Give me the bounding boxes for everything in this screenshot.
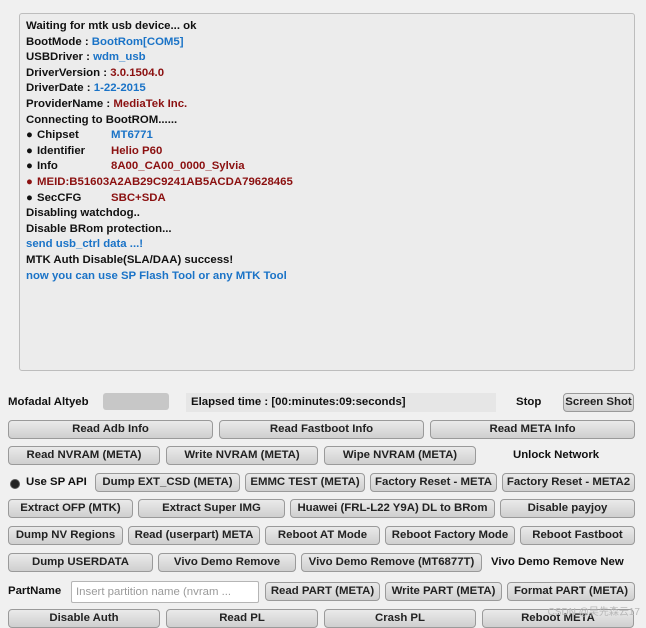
use-sp-api-radio[interactable] [10,479,20,489]
reboot-fastboot-button[interactable]: Reboot Fastboot [520,526,635,545]
log-line: ● MEID:B51603A2AB29C9241AB5ACDA79628465 [26,175,628,191]
read-nvram-button[interactable]: Read NVRAM (META) [8,446,160,465]
partition-name-input[interactable] [71,581,259,603]
log-line: send usb_ctrl data ...! [26,238,144,251]
partname-label: PartName [8,585,62,597]
dump-nv-regions-button[interactable]: Dump NV Regions [8,526,123,545]
log-line: ● Identifier Helio P60 [26,144,628,160]
disable-payjoy-button[interactable]: Disable payjoy [500,499,635,518]
reboot-factory-mode-button[interactable]: Reboot Factory Mode [385,526,515,545]
vivo-demo-remove-button[interactable]: Vivo Demo Remove [158,553,296,572]
wipe-nvram-button[interactable]: Wipe NVRAM (META) [324,446,476,465]
watermark: CSDN @吴先森云17 [547,607,640,618]
log-line: DriverVersion : 3.0.1504.0 [26,66,165,79]
log-line: ● Chipset MT6771 [26,128,628,144]
extract-super-img-button[interactable]: Extract Super IMG [138,499,285,518]
log-panel[interactable]: Waiting for mtk usb device... ok BootMod… [19,13,635,371]
log-line: BootMode : BootRom[COM5] [26,35,184,48]
log-line: Waiting for mtk usb device... ok [26,20,197,32]
read-pl-button[interactable]: Read PL [166,609,318,628]
vivo-demo-remove-mt6877t-button[interactable]: Vivo Demo Remove (MT6877T) [301,553,482,572]
disable-auth-button[interactable]: Disable Auth [8,609,160,628]
log-line: ● SecCFG SBC+SDA [26,191,628,207]
bullet-icon: ● [26,129,33,142]
read-fastboot-info-button[interactable]: Read Fastboot Info [219,420,424,439]
log-line: ● Info 8A00_CA00_0000_Sylvia [26,159,628,175]
dump-userdata-button[interactable]: Dump USERDATA [8,553,153,572]
log-line: Disabling watchdog.. [26,207,140,220]
reboot-at-mode-button[interactable]: Reboot AT Mode [265,526,380,545]
author-label: Mofadal Altyeb [8,396,89,408]
vivo-demo-remove-new-button[interactable]: Vivo Demo Remove New [491,553,624,572]
read-meta-info-button[interactable]: Read META Info [430,420,635,439]
progress-bar [103,393,169,410]
log-line: now you can use SP Flash Tool or any MTK… [26,269,287,282]
bullet-icon: ● [26,160,33,173]
read-part-button[interactable]: Read PART (META) [265,582,380,601]
screen-shot-button[interactable]: Screen Shot [563,393,634,412]
log-line: DriverDate : 1-22-2015 [26,82,146,95]
elapsed-time: Elapsed time : [00:minutes:09:seconds] [186,393,496,412]
stop-button[interactable]: Stop [516,393,541,412]
huawei-dl-to-brom-button[interactable]: Huawei (FRL-L22 Y9A) DL to BRom [290,499,495,518]
bullet-icon: ● [26,175,33,188]
read-userpart-meta-button[interactable]: Read (userpart) META [128,526,260,545]
factory-reset-meta-button[interactable]: Factory Reset - META [370,473,497,492]
log-line: Connecting to BootROM...... [26,113,178,126]
bullet-icon: ● [26,191,33,204]
log-line: ProviderName : MediaTek Inc. [26,97,188,110]
use-sp-api-label[interactable]: Use SP API [26,473,87,492]
crash-pl-button[interactable]: Crash PL [324,609,476,628]
read-adb-info-button[interactable]: Read Adb Info [8,420,213,439]
log-line: MTK Auth Disable(SLA/DAA) success! [26,253,234,266]
log-line: Disable BRom protection... [26,222,172,235]
dump-ext-csd-button[interactable]: Dump EXT_CSD (META) [95,473,240,492]
bullet-icon: ● [26,144,33,157]
unlock-network-button[interactable]: Unlock Network [513,446,599,465]
emmc-test-button[interactable]: EMMC TEST (META) [245,473,365,492]
write-part-button[interactable]: Write PART (META) [385,582,502,601]
extract-ofp-button[interactable]: Extract OFP (MTK) [8,499,133,518]
log-line: USBDriver : wdm_usb [26,51,146,64]
factory-reset-meta2-button[interactable]: Factory Reset - META2 [502,473,635,492]
format-part-button[interactable]: Format PART (META) [507,582,635,601]
write-nvram-button[interactable]: Write NVRAM (META) [166,446,318,465]
